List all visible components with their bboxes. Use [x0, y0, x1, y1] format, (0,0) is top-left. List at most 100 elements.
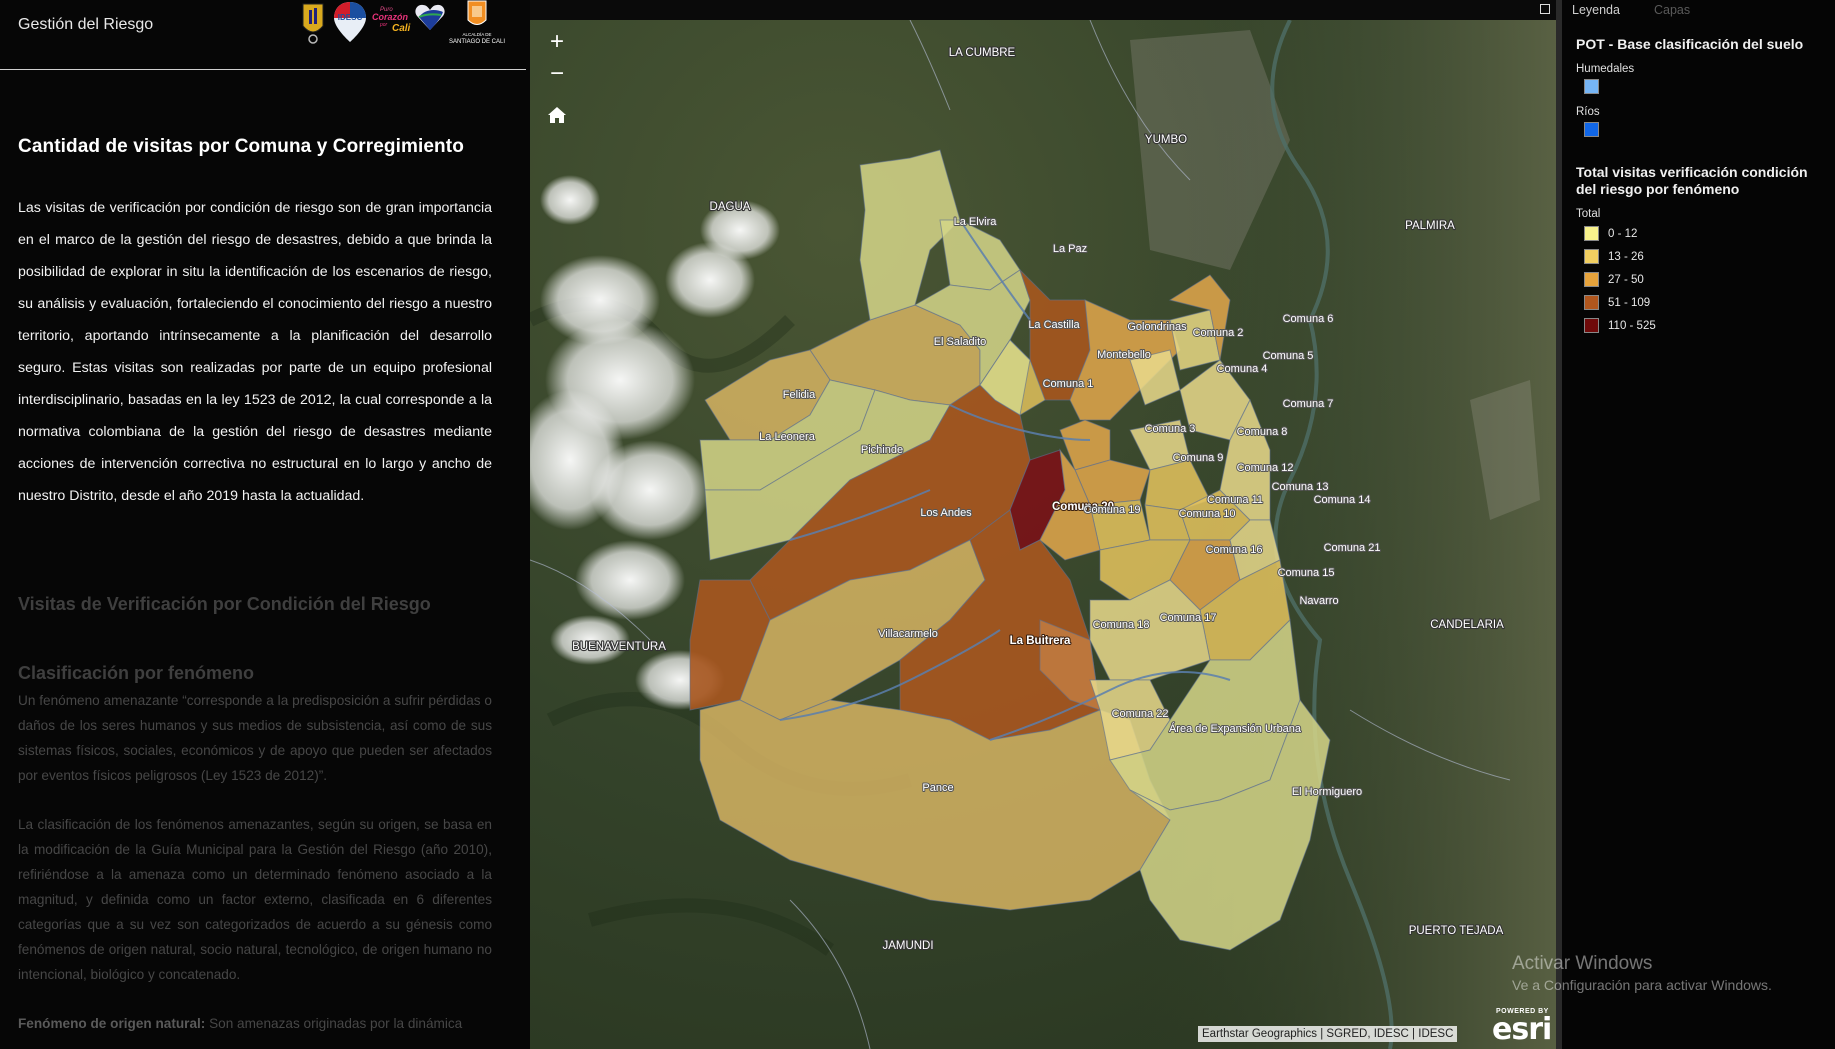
region-label-la-castilla: La Castilla [1028, 319, 1080, 331]
place-label-dagua: DAGUA [710, 201, 751, 213]
place-label-jamundi: JAMUNDI [882, 940, 933, 952]
legend-class-row: 13 - 26 [1584, 245, 1826, 268]
region-label-comuna-8: Comuna 8 [1237, 426, 1288, 438]
region-label-comuna-17: Comuna 17 [1160, 612, 1217, 624]
alcaldia-text-1: ALCALDÍA DE [462, 31, 491, 37]
heart-logo [415, 4, 445, 31]
alcaldia-santiago-de-cali-logo: ALCALDÍA DE SANTIAGO DE CALI [449, 0, 505, 45]
watermark-title: Activar Windows [1512, 953, 1653, 974]
region-label-comuna-7: Comuna 7 [1283, 398, 1334, 410]
region-label-navarro: Navarro [1299, 595, 1338, 607]
legend-class-row: 0 - 12 [1584, 222, 1826, 245]
region-label-la-elvira: La Elvira [954, 216, 998, 228]
region-label-comuna-15: Comuna 15 [1278, 567, 1335, 579]
legend-class-swatch [1584, 249, 1599, 264]
legend-humedales-label: Humedales [1576, 63, 1635, 75]
next-paragraph-2: La clasificación de los fenómenos amenaz… [18, 817, 492, 982]
story-panel: Gestión del Riesgo IDESC Puro Corazón po… [0, 0, 530, 1049]
region-label-comuna-10: Comuna 10 [1179, 508, 1236, 520]
region-label-golondrinas: Golondrinas [1127, 321, 1187, 333]
corazon-text-2: Corazón [372, 12, 409, 22]
map-topbar [530, 0, 1556, 20]
watermark-subtitle: Ve a Configuración para activar Windows. [1512, 977, 1772, 993]
zoom-out-button[interactable]: − [542, 62, 572, 92]
corazon-cali-logo: Puro Corazón por Cali [372, 7, 411, 34]
place-label-buenaventura: BUENAVENTURA [572, 641, 666, 653]
esri-wordmark: esri [1492, 1012, 1552, 1047]
region-label-pichinde: Pichinde [861, 444, 903, 456]
region-label-comuna-11: Comuna 11 [1207, 494, 1263, 506]
region-label-expansion-urbana: Área de Expansión Urbana [1169, 722, 1302, 735]
esri-logo[interactable]: POWERED BY esri [1490, 1006, 1552, 1047]
windows-activation-watermark: Activar Windows Ve a Configuración para … [1512, 953, 1772, 993]
legend-class-row: 110 - 525 [1584, 314, 1826, 337]
next-paragraph-1: Un fenómeno amenazante “corresponde a la… [18, 693, 492, 783]
legend-class-swatch [1584, 295, 1599, 310]
story-content: Cantidad de visitas por Comuna y Corregi… [18, 136, 492, 1036]
region-label-pance: Pance [922, 782, 953, 794]
legend-field-label: Total [1576, 208, 1601, 220]
map-view[interactable]: LA CUMBRE YUMBO DAGUA PALMIRA BUENAVENTU… [530, 0, 1556, 1049]
region-label-comuna-12: Comuna 12 [1237, 462, 1294, 474]
region-label-villacarmelo: Villacarmelo [878, 628, 938, 640]
region-label-comuna-14: Comuna 14 [1314, 494, 1371, 506]
next-section-subtitle: Clasificación por fenómeno [18, 663, 255, 683]
app-header: Gestión del Riesgo IDESC Puro Corazón po… [0, 0, 526, 70]
region-label-felidia: Felidia [783, 389, 816, 401]
next-paragraph-3: Fenómeno de origen natural: Son amenazas… [18, 1011, 492, 1036]
legend-class-label: 51 - 109 [1608, 296, 1651, 309]
section-body: Las visitas de verificación por condició… [18, 200, 492, 504]
region-label-comuna-3: Comuna 3 [1145, 423, 1196, 435]
tab-legend[interactable]: Leyenda [1572, 3, 1620, 17]
corazon-text-3: por [379, 22, 388, 28]
map-attribution: Earthstar Geographics | SGRED, IDESC | I… [1198, 1026, 1458, 1042]
expand-icon[interactable] [1540, 4, 1550, 14]
region-label-la-buitrera: La Buitrera [1010, 635, 1071, 647]
region-label-la-paz: La Paz [1053, 243, 1087, 255]
zoom-in-button[interactable]: + [542, 28, 572, 58]
region-label-comuna-6: Comuna 6 [1283, 313, 1334, 325]
region-label-comuna-9: Comuna 9 [1173, 452, 1224, 464]
idesc-logo: IDESC [334, 2, 366, 42]
legend-layer-2-title: Total visitas verificación condición del… [1576, 164, 1808, 197]
place-label-puerto-tejada: PUERTO TEJADA [1409, 925, 1504, 937]
region-label-el-hormiguero: El Hormiguero [1292, 786, 1362, 798]
legend-class-label: 0 - 12 [1608, 227, 1638, 240]
legend-rios-swatch [1584, 122, 1599, 138]
next-section-title: Visitas de Verificación por Condición de… [18, 594, 431, 614]
region-label-comuna-18: Comuna 18 [1093, 619, 1150, 631]
next-paragraph-3-text: Son amenazas originadas por la dinámica [205, 1016, 463, 1031]
legend-class-swatch [1584, 318, 1599, 333]
legend-layer-1-title: POT - Base clasificación del suelo [1576, 36, 1804, 52]
home-icon[interactable] [542, 100, 572, 130]
legend-class-label: 110 - 525 [1608, 319, 1656, 332]
legend-class-swatch [1584, 226, 1599, 241]
section-title: Cantidad de visitas por Comuna y Corregi… [18, 136, 464, 157]
region-label-comuna-1: Comuna 1 [1043, 378, 1094, 390]
legend-class-swatch [1584, 272, 1599, 287]
shield-logo [302, 3, 324, 44]
place-label-yumbo: YUMBO [1145, 134, 1187, 146]
legend-class-label: 27 - 50 [1608, 273, 1644, 286]
region-label-comuna-21: Comuna 21 [1324, 542, 1381, 554]
corazon-text-4: Cali [392, 23, 411, 34]
place-label-candelaria: CANDELARIA [1430, 619, 1504, 631]
place-label-palmira: PALMIRA [1405, 220, 1455, 232]
region-label-comuna-16: Comuna 16 [1206, 544, 1263, 556]
legend-content: POT - Base clasificación del suelo Humed… [1576, 36, 1826, 337]
region-label-comuna-22: Comuna 22 [1112, 708, 1169, 720]
region-label-comuna-13: Comuna 13 [1272, 481, 1329, 493]
region-label-comuna-2: Comuna 2 [1193, 327, 1244, 339]
tab-layers[interactable]: Capas [1654, 3, 1690, 17]
next-paragraph-3-bold: Fenómeno de origen natural: [18, 1016, 206, 1031]
place-label-la-cumbre: LA CUMBRE [949, 47, 1016, 59]
alcaldia-text-2: SANTIAGO DE CALI [449, 39, 505, 45]
region-label-comuna-5: Comuna 5 [1263, 350, 1314, 362]
region-label-los-andes: Los Andes [920, 507, 972, 519]
legend-class-label: 13 - 26 [1608, 250, 1644, 263]
legend-rios-label: Ríos [1576, 106, 1600, 118]
region-label-la-leonera: La Leonera [759, 431, 816, 443]
partner-logos: IDESC Puro Corazón por Cali ALCALDÍA DE … [300, 0, 505, 46]
legend-class-row: 27 - 50 [1584, 268, 1826, 291]
map-canvas[interactable]: LA CUMBRE YUMBO DAGUA PALMIRA BUENAVENTU… [530, 20, 1556, 1049]
